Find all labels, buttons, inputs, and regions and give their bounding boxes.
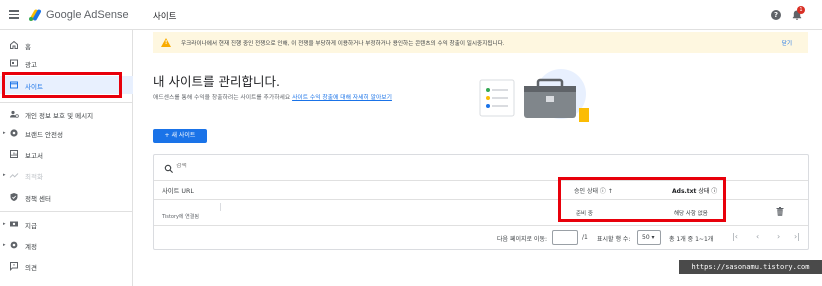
sidebar-divider [0,211,133,212]
expand-caret-icon: ▸ [3,172,6,178]
brand-name: Google AdSense [46,9,129,21]
optimization-icon [9,173,19,178]
sidebar-item-label: 지급 [25,222,37,230]
pagination-range: 총 1개 중 1~1개 [669,236,714,243]
sidebar-item-home[interactable]: 홈 [0,36,133,54]
trash-icon[interactable] [776,207,784,216]
adsense-logo [29,9,41,21]
sites-illustration [479,69,589,122]
sidebar-item-label: 보고서 [25,152,43,160]
reports-icon [10,150,18,158]
learn-more-link[interactable]: 사이트 수익 창출에 대해 자세히 알아보기 [292,95,392,101]
expand-caret-icon[interactable]: ▸ [3,130,6,136]
banner-message: 우크라이나에서 현재 진행 중인 전쟁으로 인해, 이 전쟁을 부당하게 이용하… [181,41,505,47]
home-icon [10,40,18,49]
rows-per-page-select[interactable]: 50 ▾ [637,230,661,245]
sidebar-item-feedback[interactable]: 의견 [0,257,133,275]
search-input[interactable] [176,163,376,169]
sidebar-item-reports[interactable]: 보고서 [0,145,133,163]
hamburger-menu-icon[interactable] [9,10,19,19]
page-total: /1 [582,234,588,241]
sites-heading: 내 사이트를 관리합니다. [153,74,280,89]
sidebar-item-label: 정책 센터 [25,195,51,203]
next-page-icon[interactable]: › [777,232,780,241]
payments-icon [10,221,18,227]
page-title: 사이트 [153,12,177,22]
blog-watermark: https://sasonamu.tistory.com [679,260,822,274]
feedback-icon [10,262,18,271]
sidebar-item-label: 계정 [25,243,37,251]
sidebar-item-ads[interactable]: 광고 [0,54,133,72]
sidebar-item-payments[interactable]: ▸ 지급 [0,215,133,233]
expand-caret-icon[interactable]: ▸ [3,221,6,227]
sidebar-item-brand-safety[interactable]: ▸ 브랜드 안전성 [0,124,133,142]
sidebar-item-label: 브랜드 안전성 [25,131,63,139]
site-url-cell: Tistory에 연결됨 [162,214,199,220]
sidebar-item-label: 최적화 [25,173,43,181]
sidebar-item-policy-center[interactable]: 정책 센터 [0,188,133,206]
sidebar-item-optimization: ▸ 최적화 [0,166,133,184]
ads-icon [10,59,18,67]
account-gear-icon [10,241,18,249]
sidebar-nav: 홈 광고 사이트 개인 정보 보호 및 메시지 ▸ 브랜드 안전성 보고서 ▸ … [0,30,133,286]
subtitle-text: 애드센스를 통해 수익을 창출하려는 사이트를 추가하세요 [153,95,291,101]
brand-safety-icon [10,129,18,137]
sidebar-divider [0,102,133,103]
warning-banner: ! 우크라이나에서 현재 진행 중인 전쟁으로 인해, 이 전쟁을 부당하게 이… [153,32,808,53]
sidebar-item-label: 홈 [25,43,31,51]
column-header-site-url[interactable]: 사이트 URL [162,186,194,195]
goto-page-label: 다음 페이지로 이동: [497,236,547,243]
search-icon [164,164,173,173]
new-site-button[interactable]: + 새 사이트 [153,129,207,143]
sites-subtitle: 애드센스를 통해 수익을 창출하려는 사이트를 추가하세요 사이트 수익 창출에… [153,92,392,101]
rows-per-page-label: 표시할 행 수: [597,236,631,243]
sidebar-item-account[interactable]: ▸ 계정 [0,236,133,254]
expand-caret-icon[interactable]: ▸ [3,242,6,248]
dismiss-banner-button[interactable]: 닫기 [782,39,792,47]
last-page-icon[interactable]: ›| [794,232,800,241]
sidebar-item-label: 의견 [25,264,37,272]
pagination-bar: 다음 페이지로 이동: /1 표시할 행 수: 50 ▾ 총 1개 중 1~1개… [154,226,808,250]
page-number-input[interactable] [552,230,578,245]
sidebar-item-label: 광고 [25,61,37,69]
sidebar-item-label: 개인 정보 보호 및 메시지 [25,112,94,120]
notification-count-badge: 1 [797,6,805,14]
sidebar-item-privacy-messaging[interactable]: 개인 정보 보호 및 메시지 [0,105,133,123]
first-page-icon[interactable]: |‹ [732,232,738,241]
policy-center-icon [10,193,18,201]
highlight-annotation-box [2,72,122,98]
url-cell-separator [220,203,221,211]
help-circle-icon[interactable]: ? [771,10,781,20]
privacy-messaging-icon [10,110,19,118]
highlight-annotation-box [558,177,726,222]
top-app-bar: Google AdSense 사이트 ? 1 [0,0,822,30]
previous-page-icon[interactable]: ‹ [756,232,759,241]
